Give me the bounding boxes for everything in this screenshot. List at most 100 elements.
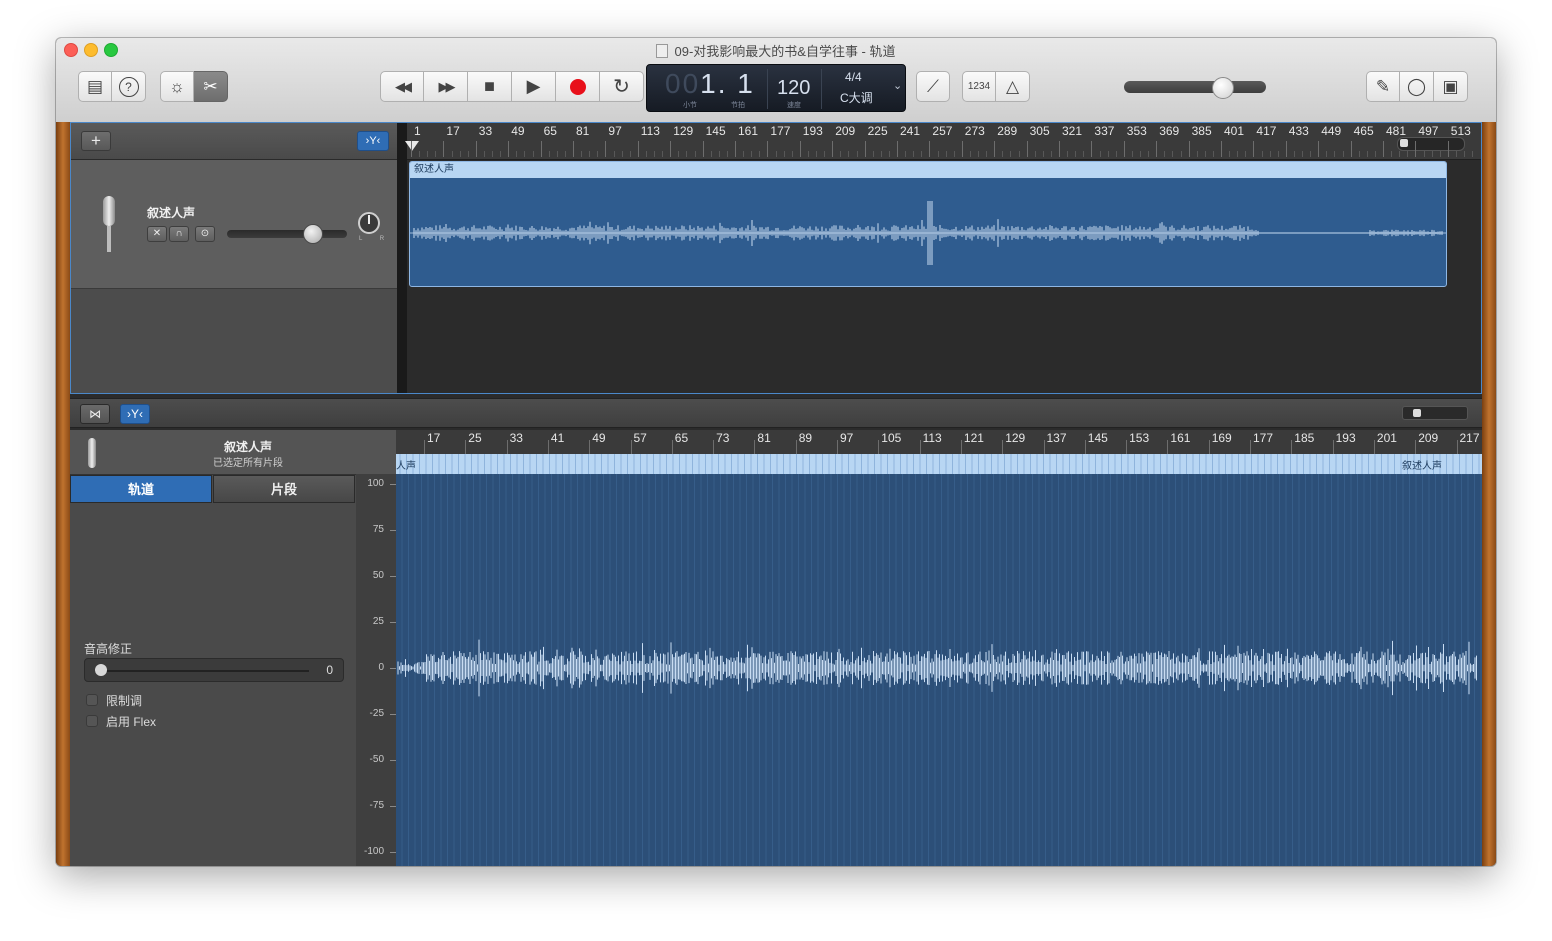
track-divider[interactable] [397, 123, 407, 393]
quick-help-button[interactable]: ? [112, 71, 146, 102]
metronome-button[interactable]: △ [996, 71, 1030, 102]
solo-headphones-button[interactable]: ∩ [169, 226, 189, 242]
limit-to-key-label: 限制调 [106, 694, 143, 708]
editor-ruler-number: 17 [427, 431, 441, 445]
editor-waveform-area[interactable] [396, 474, 1482, 866]
playhead-icon[interactable] [405, 141, 419, 151]
ruler-minor-tick [969, 151, 971, 157]
track-header[interactable]: 叙述人声 ✕ ∩ ⊙ L R [71, 160, 397, 289]
ruler-number: 369 [1159, 124, 1180, 138]
enable-flex-checkbox[interactable] [86, 715, 98, 727]
editor-ruler-number: 129 [1005, 431, 1026, 445]
editor-ruler-number: 105 [881, 431, 902, 445]
editor-ruler-number: 177 [1253, 431, 1274, 445]
pan-knob[interactable] [358, 212, 380, 234]
ruler-tick [475, 141, 477, 157]
add-track-button[interactable]: + [81, 131, 111, 151]
key-signature[interactable]: C大调 [840, 89, 873, 106]
ruler-minor-tick [1302, 151, 1303, 157]
lcd-dropdown-icon[interactable]: ⌄ [893, 79, 902, 92]
play-button[interactable]: ▶ [512, 71, 556, 102]
track-volume-knob[interactable] [303, 224, 323, 244]
editor-ruler[interactable]: 17 25 33 41 49 57 65 73 81 89 97 105 113 121 129 137 145… [396, 430, 1482, 455]
editor-ruler-tick [754, 440, 756, 454]
audio-region[interactable]: 叙述人声 [409, 161, 1447, 287]
pitch-slider-knob[interactable] [95, 664, 107, 676]
ruler-minor-tick [759, 151, 761, 157]
ruler-minor-tick [840, 151, 842, 157]
editor-ruler-number: 137 [1046, 431, 1067, 445]
ruler-tick [1285, 141, 1287, 157]
ruler-number: 385 [1191, 124, 1212, 138]
editor-track-panel: 音高修正 0 限制调 启用 Flex [70, 504, 357, 866]
ruler-minor-tick [1018, 151, 1020, 157]
library-button[interactable]: ▤ [78, 71, 112, 102]
tempo-value[interactable]: 120 [777, 77, 810, 100]
ruler-minor-tick [726, 151, 728, 157]
editor-ruler-tick [1415, 440, 1417, 454]
rewind-button[interactable]: ◀◀ [380, 71, 424, 102]
ruler-tick [832, 141, 834, 157]
ruler-minor-tick [1342, 151, 1344, 157]
ruler-minor-tick [1212, 151, 1214, 157]
ruler-minor-tick [1366, 151, 1368, 157]
ruler-minor-tick [1245, 151, 1247, 157]
track-zoom-slider[interactable] [1397, 137, 1465, 151]
time-signature[interactable]: 4/4 [845, 70, 862, 84]
timeline-area[interactable]: 1 17 33 49 65 81 97 113 129 145 161 177 193 209 225 241… [405, 123, 1481, 393]
ruler-number: 65 [543, 124, 557, 138]
ruler-tick [929, 141, 931, 157]
track-volume-slider[interactable] [227, 224, 347, 244]
editor-ruler-tick [671, 440, 673, 454]
show-catch-button[interactable]: ⋈ [80, 404, 110, 424]
ruler-number: 353 [1126, 124, 1147, 138]
tab-region[interactable]: 片段 [213, 475, 355, 503]
ruler-number: 161 [738, 124, 759, 138]
lcd-display[interactable]: 001. 1 小节 节拍 120 速度 4/4 C大调 ⌄ [646, 64, 906, 112]
ruler-minor-tick [856, 151, 858, 157]
master-volume-slider[interactable] [1124, 77, 1266, 99]
editors-button[interactable]: ✂ [194, 71, 228, 102]
ruler[interactable]: 1 17 33 49 65 81 97 113 129 145 161 177 193 209 225 241… [405, 123, 1481, 160]
record-button[interactable] [556, 71, 600, 102]
media-browser-button[interactable]: ▣ [1434, 71, 1468, 102]
editor-zoom-slider[interactable] [1402, 406, 1468, 420]
notepad-button[interactable]: ✎ [1366, 71, 1400, 102]
automation-filter-button[interactable]: ›Y‹ [357, 131, 389, 151]
editor-filter-button[interactable]: ›Y‹ [120, 404, 150, 424]
microphone-icon [95, 196, 123, 254]
ruler-number: 465 [1353, 124, 1374, 138]
master-volume-knob[interactable] [1212, 77, 1234, 99]
smart-controls-button[interactable]: ☼ [160, 71, 194, 102]
limit-to-key-checkbox[interactable] [86, 694, 98, 706]
ruler-minor-tick [427, 151, 429, 157]
loop-browser-button[interactable]: ◯ [1400, 71, 1434, 102]
ruler-minor-tick [791, 151, 793, 157]
fast-forward-button[interactable]: ▶▶ [424, 71, 468, 102]
track-name[interactable]: 叙述人声 [147, 204, 195, 221]
ruler-minor-tick [678, 151, 680, 157]
input-monitor-button[interactable]: ⊙ [195, 226, 215, 242]
stop-button[interactable]: ■ [468, 71, 512, 102]
editor-ruler-tick [1373, 440, 1375, 454]
editor-track-info: 叙述人声 已选定所有片段 [70, 430, 396, 475]
cycle-button[interactable]: ↻ [600, 71, 644, 102]
headphones-icon: ∩ [175, 228, 183, 239]
ruler-minor-tick [816, 151, 817, 157]
tab-track[interactable]: 轨道 [70, 475, 212, 503]
editor-ruler-tick [1167, 440, 1169, 454]
ruler-minor-tick [524, 151, 526, 157]
ruler-number: 481 [1386, 124, 1407, 138]
amplitude-scale-label: 75 [372, 524, 384, 535]
tuner-button[interactable]: ⟋ [916, 71, 950, 102]
ruler-minor-tick [686, 151, 688, 157]
mute-button[interactable]: ✕ [147, 226, 167, 242]
track-list-empty-area [71, 289, 397, 393]
editor-region-header[interactable]: 人声 叙述人声 [396, 454, 1482, 474]
ruler-minor-tick [921, 151, 923, 157]
pitch-correction-slider[interactable]: 0 [84, 658, 344, 682]
count-in-button[interactable]: 1234 [962, 71, 996, 102]
ruler-number: 513 [1450, 124, 1471, 138]
ruler-minor-tick [743, 151, 745, 157]
ruler-minor-tick [694, 151, 696, 157]
